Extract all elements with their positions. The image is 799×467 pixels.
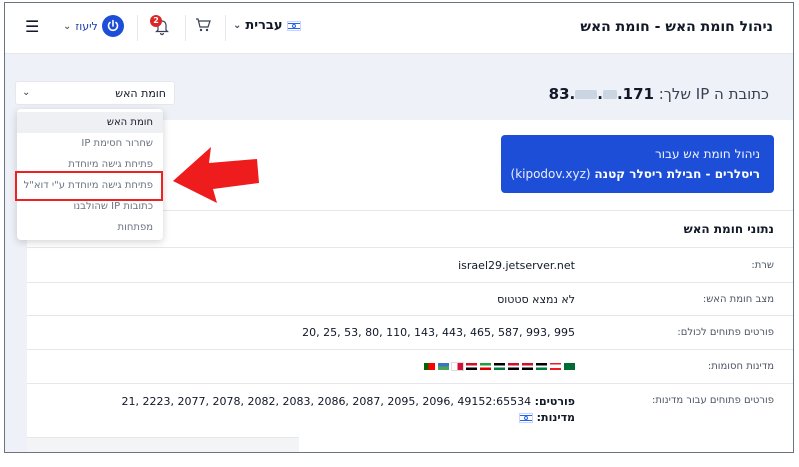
jordan-flag-icon	[494, 363, 505, 370]
divider	[137, 15, 138, 41]
cart-icon[interactable]	[195, 17, 211, 33]
table-row: פורטים פתוחים עבור מדינות: פורטים: 21, 2…	[27, 383, 793, 443]
language-label: עברית	[245, 18, 283, 33]
lebanon-flag-icon	[550, 363, 561, 370]
ip-label: כתובת ה IP שלך:	[658, 85, 769, 103]
ports-value: 21, 2223, 2077, 2078, 2082, 2083, 2086, …	[121, 395, 532, 408]
algeria-flag-icon	[451, 362, 464, 371]
dropdown-item-keys[interactable]: מפתחות	[17, 217, 163, 238]
section-select[interactable]: חומת האש ⌄	[15, 81, 175, 105]
section-title: נתוני חומת האש	[683, 222, 774, 236]
countries-label: מדינות:	[536, 411, 575, 424]
table-row: פורטים פתוחים לכולם: 20, 25, 53, 80, 110…	[27, 315, 793, 349]
row-value: 20, 25, 53, 80, 110, 143, 443, 465, 587,…	[302, 326, 575, 339]
portugal-flag-icon	[424, 363, 435, 370]
yemen-flag-icon	[522, 363, 533, 370]
page-title: ניהול חומת האש - חומת האש	[580, 19, 773, 35]
plan-name: ריסלרים - חבילת ריסלר קטנה	[594, 167, 760, 181]
user-label: ליעוז	[75, 19, 98, 33]
notification-badge: 2	[150, 15, 162, 27]
ip-value: 83.. .171	[549, 85, 654, 103]
masked-segment	[602, 90, 617, 99]
row-value: לא נמצא סטטוס	[497, 293, 575, 306]
row-label: שרת:	[751, 260, 774, 271]
account-info-box: ניהול חומת אש עבור ריסלרים - חבילת ריסלר…	[501, 135, 774, 193]
divider	[225, 15, 226, 41]
highlight-box	[15, 171, 163, 201]
israel-flag-icon	[286, 20, 301, 31]
info-line-1: ניהול חומת אש עבור	[654, 147, 760, 161]
ip-octet-4: .171	[616, 85, 654, 103]
power-logo-icon	[101, 15, 124, 37]
section-select-value: חומת האש	[115, 87, 166, 100]
iran-flag-icon	[480, 363, 491, 370]
bottom-panel	[27, 437, 299, 452]
syria-flag-icon	[508, 363, 519, 370]
info-line-2: ריסלרים - חבילת ריסלר קטנה (kipodov.xyz)	[511, 167, 761, 181]
table-row: מדינות חסומות:	[27, 349, 793, 383]
language-selector[interactable]: ⌄ עברית	[233, 18, 301, 33]
account-domain: (kipodov.xyz)	[510, 167, 591, 181]
user-menu[interactable]: ⌄ ליעוז	[63, 15, 124, 37]
countries-line: מדינות:	[519, 411, 575, 424]
ports-label: פורטים:	[534, 395, 575, 408]
hamburger-menu-icon[interactable]: ☰	[25, 17, 39, 36]
row-label: פורטים פתוחים עבור מדינות:	[651, 395, 774, 406]
row-label: מדינות חסומות:	[707, 361, 774, 372]
saudi-flag-icon	[564, 363, 575, 370]
dropdown-item-unblock-ip[interactable]: שחרור חסימת IP	[17, 133, 163, 154]
ip-address-line: כתובת ה IP שלך: 83.. .171	[549, 85, 769, 103]
row-value: israel29.jetserver.net	[458, 259, 575, 272]
blocked-country-flags	[424, 362, 575, 371]
iraq-flag-icon	[466, 363, 477, 370]
row-label: פורטים פתוחים לכולם:	[677, 327, 774, 338]
dropdown-item-firewall[interactable]: חומת האש	[17, 112, 163, 133]
azerbaijan-flag-icon	[438, 363, 449, 370]
masked-segment	[575, 90, 598, 99]
row-label: מצב חומת האש:	[702, 294, 774, 305]
chevron-down-icon: ⌄	[63, 20, 72, 32]
israel-flag-icon	[519, 413, 534, 423]
divider	[185, 15, 186, 41]
ip-octet-1: 83.	[548, 85, 576, 103]
app-window: ניהול חומת האש - חומת האש ⌄ עברית 2 ⌄ לי…	[4, 2, 794, 453]
top-bar: ניהול חומת האש - חומת האש ⌄ עברית 2 ⌄ לי…	[5, 3, 793, 54]
table-row: שרת: israel29.jetserver.net	[27, 247, 793, 282]
chevron-down-icon: ⌄	[22, 87, 31, 98]
country-ports-line: פורטים: 21, 2223, 2077, 2078, 2082, 2083…	[122, 395, 575, 408]
table-row: מצב חומת האש: לא נמצא סטטוס	[27, 282, 793, 315]
chevron-down-icon: ⌄	[233, 20, 242, 31]
pointer-arrow-icon	[173, 147, 259, 203]
palestine-flag-icon	[536, 363, 547, 370]
